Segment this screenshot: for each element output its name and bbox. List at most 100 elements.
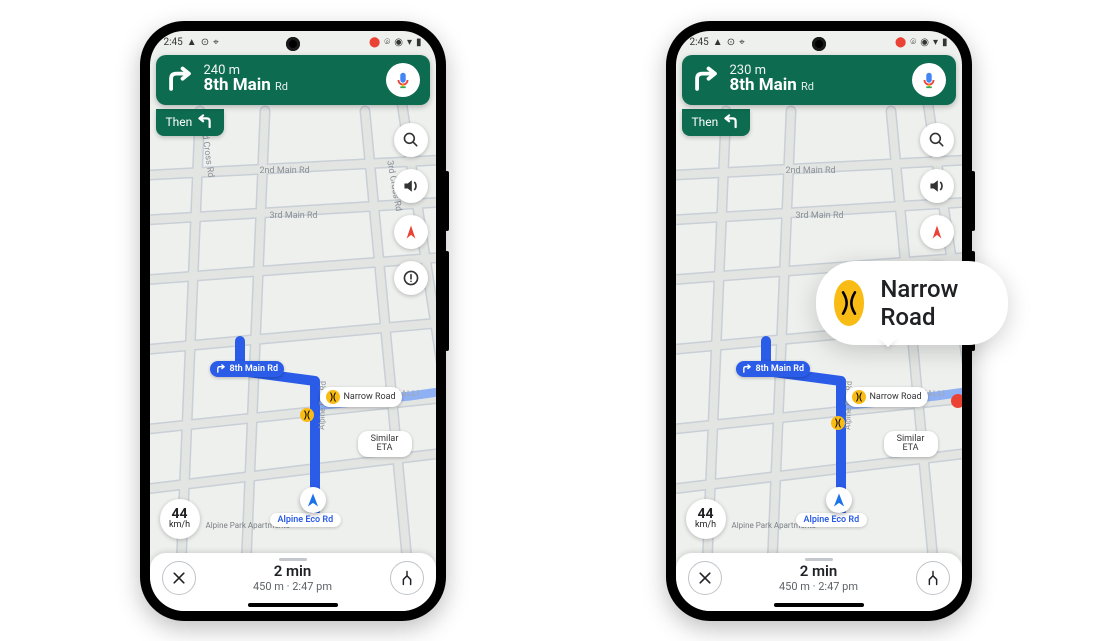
narrow-road-icon — [852, 390, 866, 404]
compass-icon — [929, 224, 945, 240]
search-icon — [402, 131, 420, 149]
compass-button[interactable] — [394, 215, 428, 249]
eta-detail: 450 m · 2:47 pm — [732, 580, 906, 593]
volume-icon — [928, 177, 946, 195]
screenshot-pair: 2:45 ▲ ⊙ ⌖ ⬤ ⌾ ◉ ▾ ▮ 240 m 8th Main Rd — [0, 0, 1111, 641]
speed-badge[interactable]: 44 km/h — [160, 499, 200, 539]
route-turn-pill[interactable]: 8th Main Rd — [210, 361, 285, 377]
then-label: Then — [166, 115, 193, 129]
alt-routes-button[interactable] — [390, 561, 424, 595]
compass-icon — [403, 224, 419, 240]
eta-time: 2 min — [732, 562, 906, 580]
sheet-grabber[interactable] — [805, 558, 833, 561]
narrow-road-pill[interactable]: Narrow Road — [320, 387, 402, 407]
dnd-icon: ⌾ — [384, 37, 390, 48]
then-step-chip[interactable]: Then — [156, 109, 225, 136]
battery-icon: ▮ — [942, 37, 948, 48]
audio-button[interactable] — [394, 169, 428, 203]
nav-distance: 240 m — [204, 64, 288, 78]
compass-button[interactable] — [920, 215, 954, 249]
mic-icon — [393, 70, 413, 90]
then-step-chip[interactable]: Then — [682, 109, 751, 136]
search-icon — [928, 131, 946, 149]
nav-arrow-icon — [305, 492, 321, 508]
speed-value: 44 — [171, 507, 187, 521]
alt-routes-button[interactable] — [916, 561, 950, 595]
phone-left: 2:45 ▲ ⊙ ⌖ ⬤ ⌾ ◉ ▾ ▮ 240 m 8th Main Rd — [140, 21, 446, 621]
gps-icon: ⊙ — [201, 37, 209, 48]
report-icon — [402, 269, 420, 287]
nav-arrow-icon — [831, 492, 847, 508]
close-navigation-button[interactable] — [688, 561, 722, 595]
callout-text: Narrow Road — [880, 275, 973, 331]
road-label: 3rd Main Rd — [796, 211, 844, 221]
road-label: 3rd Main Rd — [270, 211, 318, 221]
current-location-marker[interactable] — [300, 487, 326, 513]
narrow-road-marker[interactable] — [831, 416, 845, 430]
current-road-chip[interactable]: Alpine Eco Rd — [796, 513, 868, 527]
sheet-grabber[interactable] — [279, 558, 307, 561]
nav-distance: 230 m — [730, 64, 814, 78]
signal-icon: ◉ — [394, 37, 403, 48]
narrow-road-icon — [326, 390, 340, 404]
home-indicator[interactable] — [248, 603, 338, 607]
status-time: 2:45 — [690, 37, 709, 48]
report-button[interactable] — [394, 261, 428, 295]
nav-road: 8th Main Rd — [204, 77, 288, 95]
mic-icon — [919, 70, 939, 90]
turn-right-icon — [216, 364, 226, 374]
road-label: 2nd Main Rd — [786, 166, 836, 176]
front-camera — [286, 37, 300, 51]
narrow-road-callout: Narrow Road — [816, 261, 1008, 345]
home-indicator[interactable] — [774, 603, 864, 607]
map-action-column — [394, 123, 428, 295]
speed-unit: km/h — [695, 521, 716, 530]
nav-status-icon: ▲ — [187, 37, 197, 48]
eta-time: 2 min — [206, 562, 380, 580]
nav-direction-banner[interactable]: 240 m 8th Main Rd — [156, 55, 430, 105]
narrow-road-pill[interactable]: Narrow Road — [846, 387, 928, 407]
turn-right-icon — [166, 66, 194, 94]
turn-right-icon — [692, 66, 720, 94]
alt-route-eta-pill[interactable]: Similar ETA — [358, 431, 412, 458]
nav-road: 8th Main Rd — [730, 77, 814, 95]
nav-direction-banner[interactable]: 230 m 8th Main Rd — [682, 55, 956, 105]
alt-route-icon — [399, 570, 415, 586]
volume-icon — [402, 177, 420, 195]
route-turn-pill[interactable]: 8th Main Rd — [736, 361, 811, 377]
current-road-chip[interactable]: Alpine Eco Rd — [270, 513, 342, 527]
gps-icon: ⊙ — [727, 37, 735, 48]
phone-right: 2:45 ▲ ⊙ ⌖ ⬤ ⌾ ◉ ▾ ▮ 230 m 8th Main Rd — [666, 21, 972, 621]
audio-button[interactable] — [920, 169, 954, 203]
wifi-icon: ▾ — [933, 37, 938, 48]
then-label: Then — [692, 115, 719, 129]
speed-value: 44 — [697, 507, 713, 521]
location-icon: ⌖ — [739, 37, 745, 48]
alt-route-eta-pill[interactable]: Similar ETA — [884, 431, 938, 458]
nav-status-icon: ▲ — [713, 37, 723, 48]
front-camera — [812, 37, 826, 51]
search-button[interactable] — [920, 123, 954, 157]
signal-icon: ◉ — [920, 37, 929, 48]
current-location-marker[interactable] — [826, 487, 852, 513]
close-navigation-button[interactable] — [162, 561, 196, 595]
search-button[interactable] — [394, 123, 428, 157]
location-icon: ⌖ — [213, 37, 219, 48]
narrow-road-marker[interactable] — [300, 408, 314, 422]
alt-route-icon — [925, 570, 941, 586]
turn-left-icon — [724, 114, 740, 130]
voice-button[interactable] — [386, 63, 420, 97]
eta-detail: 450 m · 2:47 pm — [206, 580, 380, 593]
speed-badge[interactable]: 44 km/h — [686, 499, 726, 539]
turn-left-icon — [198, 114, 214, 130]
close-icon — [171, 570, 187, 586]
battery-icon: ▮ — [416, 37, 422, 48]
speed-unit: km/h — [169, 521, 190, 530]
rec-icon: ⬤ — [895, 37, 906, 48]
turn-right-icon — [742, 364, 752, 374]
rec-icon: ⬤ — [369, 37, 380, 48]
status-time: 2:45 — [164, 37, 183, 48]
voice-button[interactable] — [912, 63, 946, 97]
wifi-icon: ▾ — [407, 37, 412, 48]
road-label: 2nd Main Rd — [260, 166, 310, 176]
